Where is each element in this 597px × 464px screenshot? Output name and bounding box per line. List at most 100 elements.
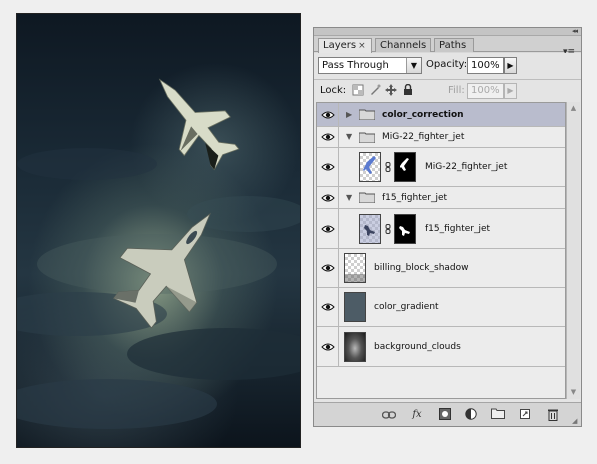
layer-row-mig-group[interactable]: ▼ MiG-22_fighter_jet (317, 127, 565, 148)
layer-thumbnail[interactable] (359, 152, 381, 182)
layer-mask-thumbnail[interactable] (394, 152, 416, 182)
artwork-illustration (17, 78, 300, 429)
opacity-label: Opacity: (426, 59, 468, 70)
delete-layer-button[interactable] (546, 408, 560, 422)
eye-icon (321, 163, 335, 171)
lock-label: Lock: (320, 85, 347, 96)
tab-layers[interactable]: Layers × (318, 38, 372, 53)
lock-position-icon[interactable] (385, 84, 397, 96)
layers-panel: ◂◂ Layers × Channels Paths ▾≡ Pass Throug… (313, 27, 582, 427)
eye-icon (321, 264, 335, 272)
panel-tab-bar: Layers × Channels Paths ▾≡ (314, 36, 581, 57)
eye-icon (321, 111, 335, 119)
close-icon[interactable]: × (358, 41, 366, 51)
panel-body: Pass Through ▼ Opacity: 100% ▶ Lock: Fil… (314, 53, 581, 426)
layer-row-color-correction[interactable]: ▶ color_correction (317, 103, 565, 127)
opacity-slider-arrow-icon[interactable]: ▶ (504, 57, 517, 74)
layers-panel-footer: fx ◢ (314, 402, 581, 426)
visibility-toggle[interactable] (317, 249, 339, 287)
eye-icon (321, 133, 335, 141)
shadow-thumbnail-icon (345, 274, 365, 282)
mask-shape-icon (400, 158, 409, 171)
add-mask-button[interactable] (438, 408, 452, 422)
resize-grip-icon[interactable]: ◢ (572, 417, 580, 425)
fill-slider-arrow-icon[interactable]: ▶ (504, 83, 517, 99)
folder-icon (491, 408, 505, 419)
canvas-artwork[interactable] (16, 13, 301, 448)
layer-row-background-clouds[interactable]: background_clouds (317, 327, 565, 367)
lock-all-icon[interactable] (402, 84, 414, 96)
visibility-toggle[interactable] (317, 288, 339, 326)
new-page-icon (520, 409, 530, 419)
layer-list[interactable]: ▶ color_correction ▼ MiG-22_fighter_jet (316, 102, 566, 399)
tab-paths[interactable]: Paths (434, 38, 474, 52)
layer-list-scrollbar[interactable]: ▲ ▼ (566, 102, 580, 399)
layer-name: MiG-22_fighter_jet (382, 132, 465, 142)
layer-style-button[interactable]: fx (410, 408, 424, 422)
folder-icon (359, 132, 375, 143)
tab-layers-label: Layers (323, 40, 357, 51)
eye-icon (321, 343, 335, 351)
lock-row: Lock: Fill: 100% ▶ (314, 79, 581, 101)
layer-row-mig-jet[interactable]: MiG-22_fighter_jet (317, 148, 565, 187)
layer-name: f15_fighter_jet (425, 224, 491, 234)
collapse-icon[interactable]: ◂◂ (572, 28, 578, 35)
new-group-button[interactable] (491, 408, 505, 422)
jet-thumbnail-icon (363, 156, 376, 174)
layer-row-billing-block-shadow[interactable]: billing_block_shadow (317, 249, 565, 288)
fill-input[interactable]: 100% (467, 83, 504, 99)
layer-thumbnail[interactable] (344, 253, 366, 283)
visibility-toggle[interactable] (317, 148, 339, 186)
layer-row-f15-jet[interactable]: f15_fighter_jet (317, 209, 565, 249)
layer-mask-thumbnail[interactable] (394, 214, 416, 244)
visibility-toggle[interactable] (317, 187, 339, 208)
eye-icon (321, 194, 335, 202)
folder-icon (359, 192, 375, 203)
tab-channels-label: Channels (380, 40, 427, 51)
visibility-toggle[interactable] (317, 103, 339, 126)
link-layers-button[interactable] (381, 408, 397, 422)
blend-mode-select[interactable]: Pass Through ▼ (318, 57, 422, 74)
lock-transparent-pixels-icon[interactable] (352, 84, 364, 96)
folder-icon (359, 109, 375, 120)
chain-link-icon[interactable] (385, 162, 391, 172)
mask-icon (439, 408, 451, 420)
photoshop-workspace: ◂◂ Layers × Channels Paths ▾≡ Pass Throug… (0, 0, 597, 464)
layer-thumbnail[interactable] (344, 332, 366, 362)
new-layer-button[interactable] (518, 408, 532, 422)
mask-shape-icon (399, 226, 410, 236)
scroll-up-arrow-icon[interactable]: ▲ (567, 102, 580, 115)
lock-image-pixels-icon[interactable] (369, 84, 381, 96)
collapse-triangle-icon[interactable]: ▼ (346, 193, 352, 202)
eye-icon (321, 225, 335, 233)
layer-name: background_clouds (374, 342, 461, 352)
tab-paths-label: Paths (439, 40, 467, 51)
layer-thumbnail[interactable] (359, 214, 381, 244)
layer-name: f15_fighter_jet (382, 193, 448, 203)
blend-mode-value: Pass Through (322, 60, 389, 71)
visibility-toggle[interactable] (317, 327, 339, 366)
new-adjustment-layer-button[interactable] (464, 408, 478, 422)
scroll-down-arrow-icon[interactable]: ▼ (567, 386, 580, 399)
layer-name: color_correction (382, 110, 464, 120)
visibility-toggle[interactable] (317, 209, 339, 248)
panel-title-bar[interactable]: ◂◂ (314, 28, 581, 36)
expand-triangle-icon[interactable]: ▶ (346, 110, 352, 119)
chevron-down-icon[interactable]: ▼ (406, 58, 421, 73)
layer-row-f15-group[interactable]: ▼ f15_fighter_jet (317, 187, 565, 209)
visibility-toggle[interactable] (317, 127, 339, 147)
jet-thumbnail-icon (360, 215, 380, 243)
layer-name: billing_block_shadow (374, 263, 469, 273)
layer-thumbnail[interactable] (344, 292, 366, 322)
collapse-triangle-icon[interactable]: ▼ (346, 132, 352, 141)
eye-icon (321, 303, 335, 311)
chain-link-icon[interactable] (385, 224, 391, 234)
fill-label: Fill: (448, 85, 465, 96)
link-icon (381, 411, 397, 419)
layer-row-color-gradient[interactable]: color_gradient (317, 288, 565, 327)
tab-channels[interactable]: Channels (375, 38, 431, 52)
layer-name: color_gradient (374, 302, 439, 312)
opacity-input[interactable]: 100% (467, 57, 504, 74)
layer-name: MiG-22_fighter_jet (425, 162, 508, 172)
trash-icon (548, 409, 558, 421)
